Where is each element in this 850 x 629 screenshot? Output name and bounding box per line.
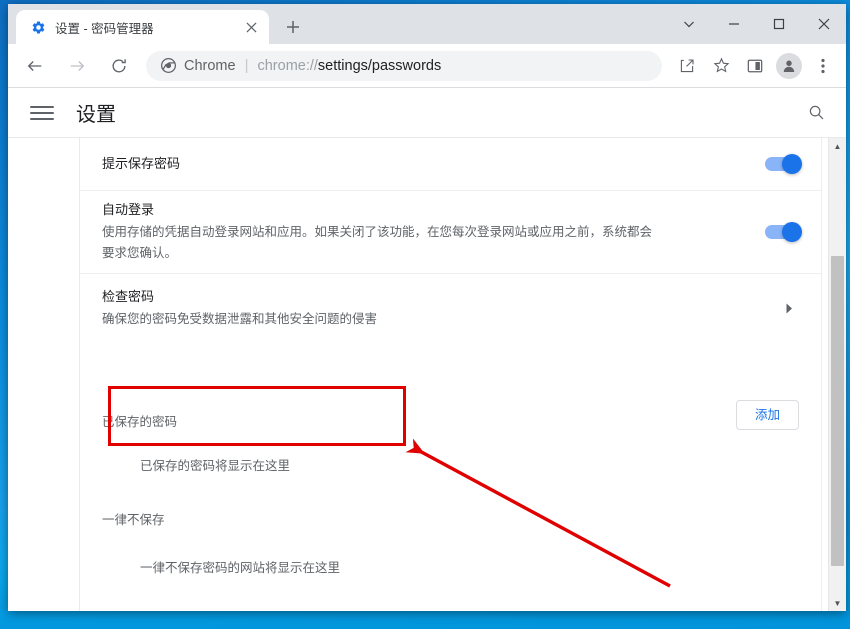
settings-header: 设置 xyxy=(8,88,846,138)
address-bar[interactable]: Chrome | chrome://settings/passwords xyxy=(146,50,662,81)
chrome-browser-window: 设置 - 密码管理器 Chrome | chrome://settings/pa… xyxy=(8,4,846,611)
omnibox-separator: | xyxy=(244,57,249,74)
scrollbar-thumb[interactable] xyxy=(831,256,844,566)
chevron-down-icon[interactable] xyxy=(666,8,711,40)
scroll-up-arrow-icon[interactable]: ▲ xyxy=(829,138,846,154)
saved-passwords-empty-row: 已保存的密码将显示在这里 xyxy=(80,434,821,494)
forward-arrow-icon[interactable] xyxy=(61,50,93,82)
back-arrow-icon[interactable] xyxy=(19,50,51,82)
tab-strip: 设置 - 密码管理器 xyxy=(8,4,846,44)
saved-passwords-empty-text: 已保存的密码将显示在这里 xyxy=(140,458,291,473)
profile-avatar-icon[interactable] xyxy=(776,52,802,79)
row-text: 自动登录 使用存储的凭据自动登录网站和应用。如果关闭了该功能，在您每次登录网站或… xyxy=(102,200,747,264)
search-icon[interactable] xyxy=(804,101,828,125)
share-icon[interactable] xyxy=(673,52,701,80)
window-controls xyxy=(666,4,846,44)
omnibox-url-prefix: chrome:// xyxy=(257,57,318,74)
omnibox-scheme-label: Chrome xyxy=(184,57,236,74)
never-saved-label: 一律不保存 xyxy=(102,512,165,527)
row-auto-signin[interactable]: 自动登录 使用存储的凭据自动登录网站和应用。如果关闭了该功能，在您每次登录网站或… xyxy=(80,191,821,274)
close-icon[interactable] xyxy=(801,8,846,40)
add-password-button[interactable]: 添加 xyxy=(735,399,799,430)
new-tab-button[interactable] xyxy=(279,13,307,41)
toggle-offer-to-save-passwords[interactable] xyxy=(765,154,802,174)
chrome-logo-icon xyxy=(160,58,176,74)
row-text: 检查密码 确保您的密码免受数据泄露和其他安全问题的侵害 xyxy=(102,287,761,330)
passwords-card: 提示保存密码 自动登录 使用存储的凭据自动登录网站和应用。如果关闭了该功能，在您… xyxy=(80,138,822,611)
three-dot-menu-icon[interactable] xyxy=(809,52,837,80)
settings-content-area: 提示保存密码 自动登录 使用存储的凭据自动登录网站和应用。如果关闭了该功能，在您… xyxy=(80,138,846,611)
browser-toolbar: Chrome | chrome://settings/passwords xyxy=(8,44,846,88)
reload-icon[interactable] xyxy=(103,50,135,82)
close-icon[interactable] xyxy=(241,17,261,37)
settings-page-body: 提示保存密码 自动登录 使用存储的凭据自动登录网站和应用。如果关闭了该功能，在您… xyxy=(8,138,846,611)
row-title: 检查密码 xyxy=(102,288,155,304)
gear-icon xyxy=(30,19,46,35)
never-saved-empty-row: 一律不保存密码的网站将显示在这里 xyxy=(80,542,821,590)
settings-left-rail xyxy=(8,138,80,611)
row-check-passwords[interactable]: 检查密码 确保您的密码免受数据泄露和其他安全问题的侵害 xyxy=(80,274,821,342)
side-panel-icon[interactable] xyxy=(741,52,769,80)
scroll-down-arrow-icon[interactable]: ▼ xyxy=(829,595,846,611)
row-title: 提示保存密码 xyxy=(102,156,181,171)
row-subtitle: 使用存储的凭据自动登录网站和应用。如果关闭了该功能，在您每次登录网站或应用之前，… xyxy=(102,225,653,260)
saved-passwords-label: 已保存的密码 xyxy=(102,415,178,429)
row-text: 提示保存密码 xyxy=(102,154,747,174)
toggle-auto-signin[interactable] xyxy=(765,222,802,242)
never-saved-section-header: 一律不保存 xyxy=(80,494,821,542)
row-offer-to-save-passwords[interactable]: 提示保存密码 xyxy=(80,138,821,191)
maximize-icon[interactable] xyxy=(756,8,801,40)
browser-tab[interactable]: 设置 - 密码管理器 xyxy=(16,10,269,44)
tab-title: 设置 - 密码管理器 xyxy=(55,21,154,36)
star-icon[interactable] xyxy=(707,52,735,80)
minimize-icon[interactable] xyxy=(711,8,756,40)
row-title: 自动登录 xyxy=(102,202,155,217)
omnibox-url: chrome://settings/passwords xyxy=(257,58,441,74)
hamburger-icon[interactable] xyxy=(30,101,54,125)
vertical-scrollbar[interactable]: ▲ ▼ xyxy=(828,138,846,611)
row-subtitle: 确保您的密码免受数据泄露和其他安全问题的侵害 xyxy=(102,311,378,326)
chevron-right-icon[interactable] xyxy=(779,303,799,314)
omnibox-url-path: settings/passwords xyxy=(317,57,442,74)
never-saved-empty-text: 一律不保存密码的网站将显示在这里 xyxy=(140,560,341,575)
page-title: 设置 xyxy=(76,104,116,126)
saved-passwords-section-header: 已保存的密码 添加 xyxy=(80,342,821,434)
